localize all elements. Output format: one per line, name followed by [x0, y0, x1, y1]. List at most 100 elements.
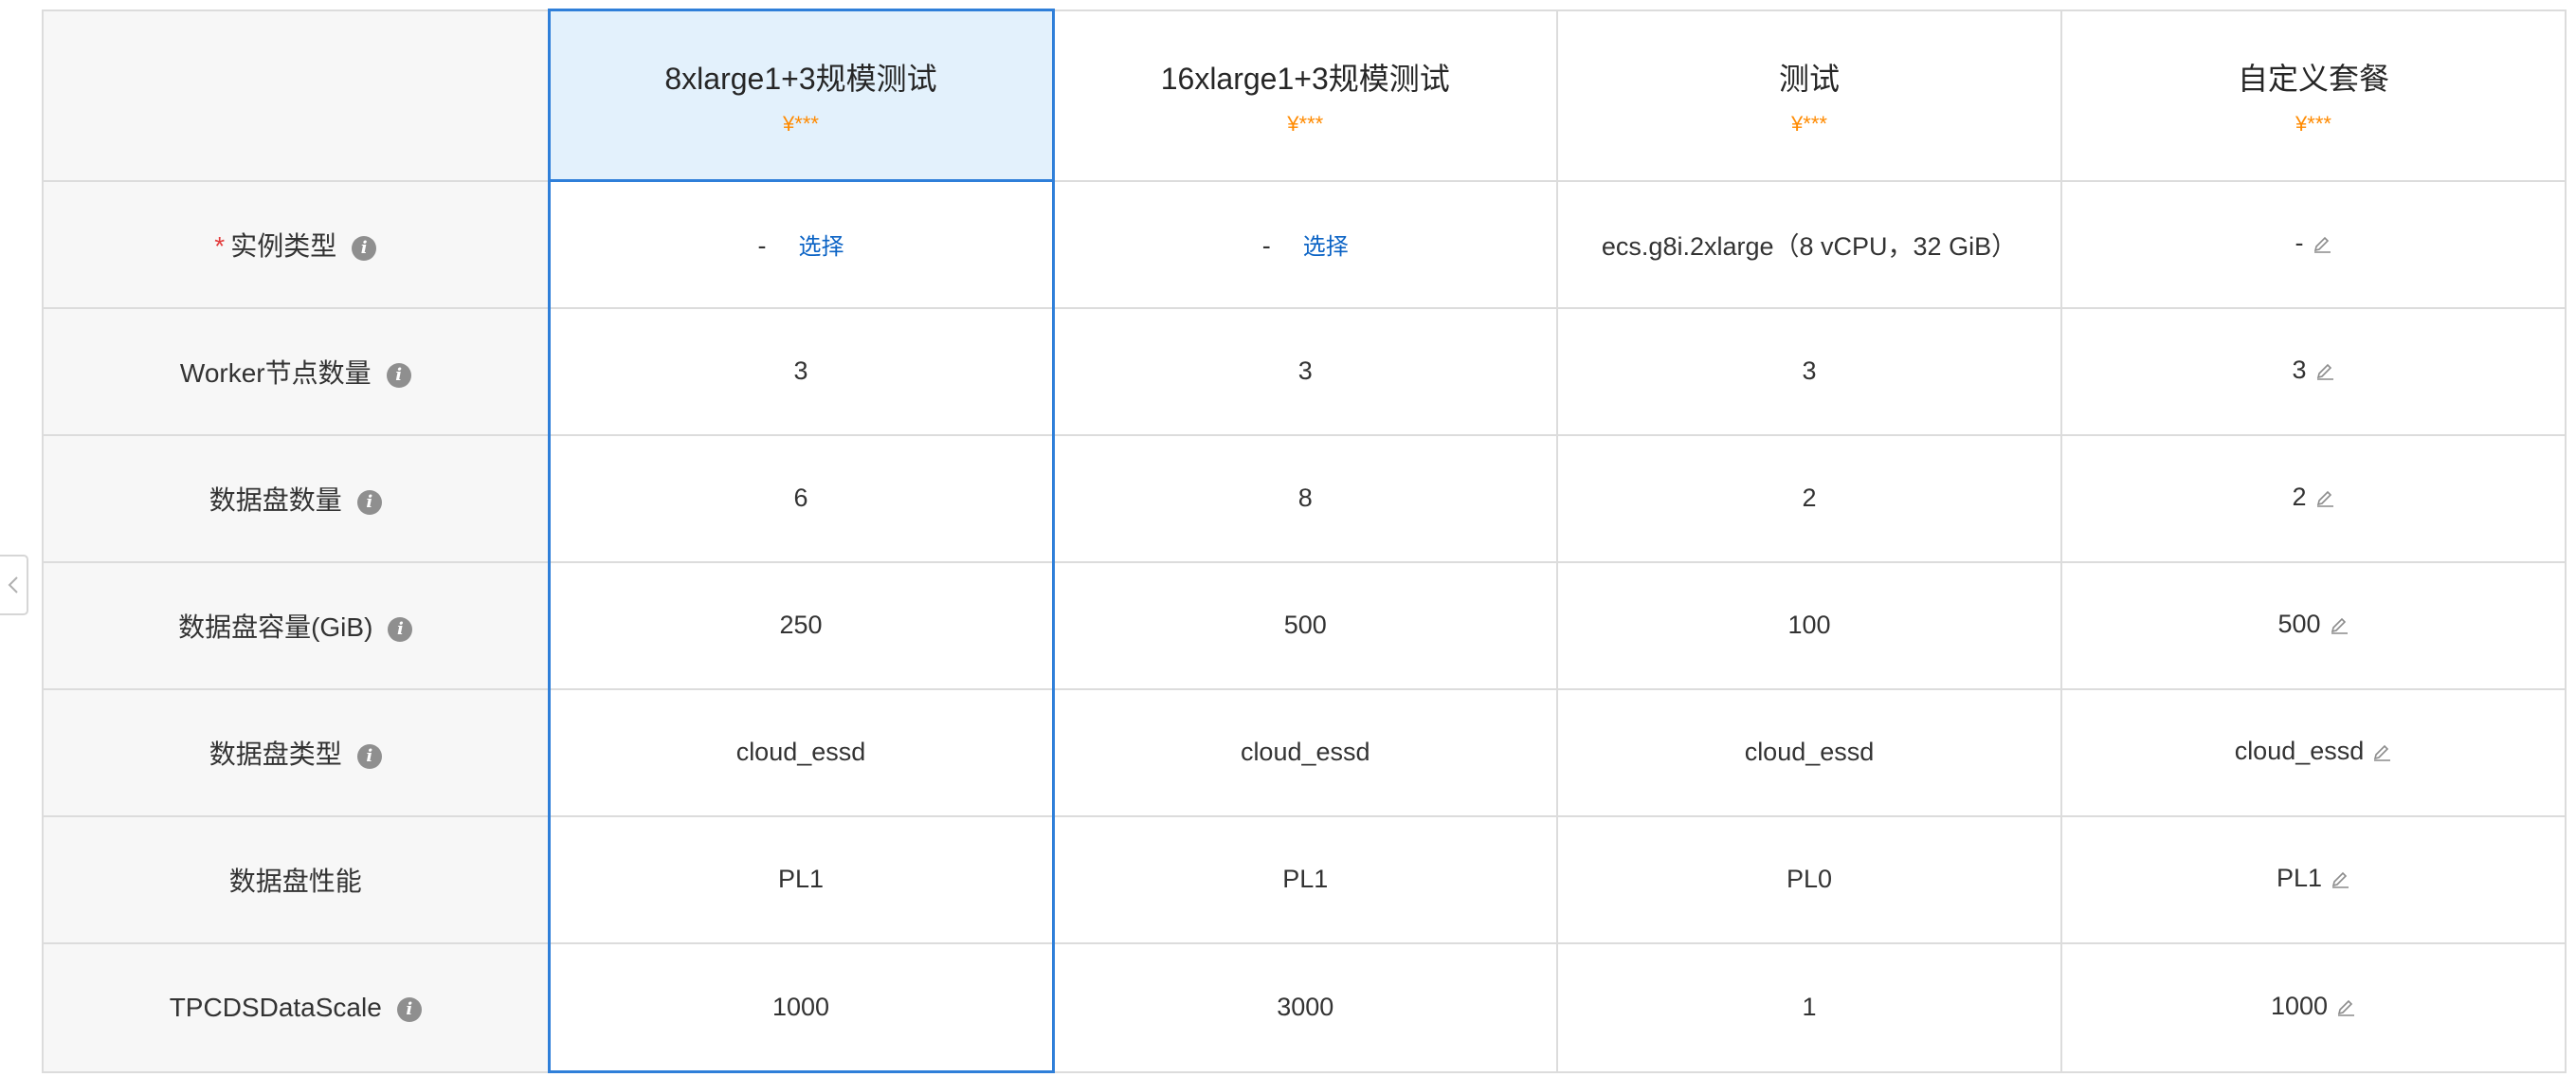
- cell-test: cloud_essd: [1556, 687, 2062, 817]
- cell-value: 2: [2292, 483, 2307, 511]
- cell-value: -: [2295, 228, 2304, 257]
- cell-custom: -: [2060, 179, 2567, 309]
- row-label-text: 数据盘容量(GiB): [178, 612, 373, 642]
- plan-name: 测试: [1778, 61, 1840, 96]
- cell-16xlarge: PL1: [1052, 814, 1558, 944]
- plan-price: ¥***: [2295, 111, 2331, 136]
- plan-name: 8xlarge1+3规模测试: [664, 61, 937, 96]
- cell-8xlarge: 250: [547, 560, 1055, 690]
- row-disk-performance: 数据盘性能 PL1 PL1 PL0 PL1: [42, 814, 2567, 944]
- cell-value: ecs.g8i.2xlarge（8 vCPU，32 GiB）: [1601, 232, 2018, 261]
- row-label: * 实例类型 i: [42, 179, 550, 309]
- cell-8xlarge: 3: [547, 306, 1055, 436]
- cell-value: 500: [1283, 611, 1327, 639]
- cell-value: 3: [2292, 356, 2307, 384]
- cell-value: 6: [793, 484, 808, 512]
- edit-pencil-icon[interactable]: [2329, 612, 2349, 641]
- cell-value: cloud_essd: [1744, 738, 1875, 766]
- cell-8xlarge: - 选择: [547, 179, 1055, 309]
- plan-header-row: 8xlarge1+3规模测试 ¥*** 16xlarge1+3规模测试 ¥***…: [42, 9, 2567, 182]
- corner-cell: [42, 9, 550, 182]
- row-instance-type: * 实例类型 i - 选择 - 选择 ecs.g8i.2xlarge（8 vCPU，32…: [42, 179, 2567, 309]
- row-tpcds-scale: TPCDSDataScale i 1000 3000 1 1000: [42, 941, 2567, 1073]
- cell-value: PL0: [1786, 865, 1833, 893]
- cell-value: 3: [1802, 356, 1817, 385]
- cell-16xlarge: 3000: [1052, 941, 1558, 1073]
- row-label: 数据盘数量 i: [42, 433, 550, 563]
- collapse-sidebar-button[interactable]: [0, 555, 28, 615]
- cell-custom: 500: [2060, 560, 2567, 690]
- info-icon[interactable]: i: [388, 616, 413, 642]
- edit-pencil-icon[interactable]: [2314, 357, 2335, 387]
- cell-value: 1: [1802, 993, 1817, 1021]
- cell-value: 8: [1297, 484, 1313, 512]
- info-icon[interactable]: i: [356, 743, 382, 769]
- cell-16xlarge: - 选择: [1052, 179, 1558, 309]
- cell-16xlarge: cloud_essd: [1052, 687, 1558, 817]
- cell-custom: cloud_essd: [2060, 687, 2567, 817]
- plan-header-test[interactable]: 测试 ¥***: [1556, 9, 2062, 182]
- cell-8xlarge: cloud_essd: [547, 687, 1055, 817]
- edit-pencil-icon[interactable]: [2314, 484, 2335, 514]
- edit-pencil-icon[interactable]: [2312, 230, 2332, 260]
- cell-custom: 3: [2060, 306, 2567, 436]
- info-icon[interactable]: i: [356, 489, 382, 515]
- cell-value: 500: [2277, 610, 2321, 638]
- chevron-left-icon: [8, 576, 18, 593]
- row-worker-nodes: Worker节点数量 i 3 3 3 3: [42, 306, 2567, 436]
- row-label-text: 数据盘类型: [209, 739, 342, 769]
- cell-value: cloud_essd: [1240, 738, 1370, 766]
- info-icon[interactable]: i: [396, 996, 422, 1022]
- row-label-text: 数据盘性能: [228, 866, 362, 896]
- cell-value: 3000: [1277, 993, 1334, 1021]
- plan-price: ¥***: [1287, 111, 1324, 136]
- select-instance-link[interactable]: 选择: [799, 234, 844, 260]
- cell-custom: 1000: [2060, 941, 2567, 1073]
- plan-price: ¥***: [1791, 111, 1827, 136]
- row-label: TPCDSDataScale i: [42, 941, 550, 1073]
- row-label-text: Worker节点数量: [179, 357, 372, 388]
- row-disk-capacity: 数据盘容量(GiB) i 250 500 100 500: [42, 560, 2567, 690]
- cell-custom: 2: [2060, 433, 2567, 563]
- select-instance-link[interactable]: 选择: [1303, 234, 1349, 260]
- cell-8xlarge: 6: [547, 433, 1055, 563]
- cell-value: PL1: [2276, 864, 2323, 892]
- cell-value: 3: [1297, 356, 1313, 385]
- info-icon[interactable]: i: [352, 235, 377, 261]
- cell-test: 1: [1556, 941, 2062, 1073]
- cell-value: 250: [779, 611, 823, 639]
- edit-pencil-icon[interactable]: [2371, 739, 2392, 768]
- cell-test: 2: [1556, 433, 2062, 563]
- plan-header-8xlarge[interactable]: 8xlarge1+3规模测试 ¥***: [547, 9, 1055, 182]
- cell-value: PL1: [1282, 865, 1329, 893]
- cell-8xlarge: 1000: [547, 941, 1055, 1073]
- cell-value: 1000: [2270, 992, 2329, 1020]
- plan-header-custom[interactable]: 自定义套餐 ¥***: [2060, 9, 2567, 182]
- plan-price: ¥***: [783, 111, 819, 136]
- cell-value: PL1: [777, 865, 825, 893]
- cell-8xlarge: PL1: [547, 814, 1055, 944]
- info-icon[interactable]: i: [386, 362, 411, 388]
- plan-header-16xlarge[interactable]: 16xlarge1+3规模测试 ¥***: [1052, 9, 1558, 182]
- row-label: 数据盘类型 i: [42, 687, 550, 817]
- row-disk-count: 数据盘数量 i 6 8 2 2: [42, 433, 2567, 563]
- plan-name: 16xlarge1+3规模测试: [1160, 61, 1450, 96]
- row-disk-type: 数据盘类型 i cloud_essd cloud_essd cloud_essd …: [42, 687, 2567, 817]
- cell-test: ecs.g8i.2xlarge（8 vCPU，32 GiB）: [1556, 179, 2062, 309]
- cell-value: 3: [793, 356, 808, 385]
- cell-test: 3: [1556, 306, 2062, 436]
- row-label-text: 数据盘数量: [209, 484, 342, 515]
- row-label-text: TPCDSDataScale: [169, 992, 382, 1022]
- plan-comparison-table: 8xlarge1+3规模测试 ¥*** 16xlarge1+3规模测试 ¥***…: [42, 9, 2567, 1073]
- cell-value: 1000: [771, 992, 830, 1021]
- edit-pencil-icon[interactable]: [2335, 994, 2356, 1023]
- cell-16xlarge: 500: [1052, 560, 1558, 690]
- required-mark: *: [214, 230, 226, 261]
- row-label: Worker节点数量 i: [42, 306, 550, 436]
- cell-test: PL0: [1556, 814, 2062, 944]
- cell-value: cloud_essd: [2234, 737, 2365, 765]
- cell-value: -: [1261, 231, 1271, 260]
- cell-value: cloud_essd: [735, 738, 866, 766]
- cell-value: 2: [1802, 484, 1817, 512]
- edit-pencil-icon[interactable]: [2330, 866, 2350, 895]
